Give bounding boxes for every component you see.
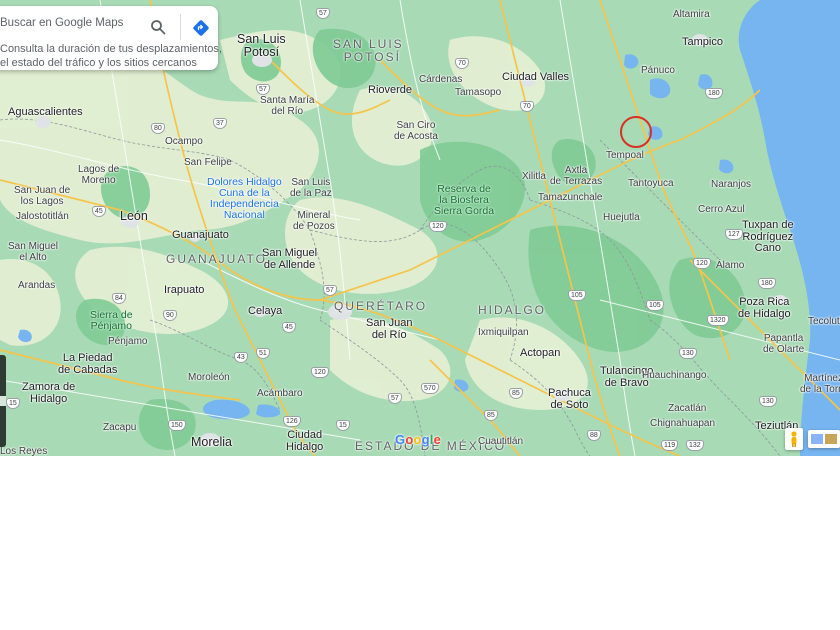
highway-shield: 130 — [759, 396, 777, 407]
city-label-poza-rica[interactable]: Poza Rica de Hidalgo — [738, 296, 791, 320]
state-label-queretaro: QUERÉTARO — [334, 299, 428, 313]
highway-shield: 570 — [421, 383, 439, 394]
city-label-zacapu[interactable]: Zacapu — [103, 422, 136, 434]
city-label-zacatlan[interactable]: Zacatlán — [668, 403, 706, 415]
city-label-pachuca[interactable]: Pachuca de Soto — [548, 387, 591, 411]
city-label-chignahuapan[interactable]: Chignahuapan — [650, 418, 715, 430]
city-label-tampico[interactable]: Tampico — [682, 36, 723, 49]
city-label-celaya[interactable]: Celaya — [248, 305, 282, 318]
city-label-san-juan-del-rio[interactable]: San Juan del Río — [366, 317, 412, 341]
city-label-tecolutla[interactable]: Tecolutla — [808, 316, 840, 328]
search-icon — [151, 20, 166, 35]
search-input[interactable] — [0, 12, 140, 34]
street-view-pegman-button[interactable] — [785, 428, 803, 450]
pegman-icon — [791, 431, 797, 447]
city-label-san-miguel-el-alto[interactable]: San Miguel el Alto — [8, 241, 58, 263]
traffic-tip-text: Consulta la duración de tus desplazamien… — [0, 42, 222, 70]
tip-line-2: el estado del tráfico y los sitios cerca… — [0, 57, 197, 69]
layers-icon — [811, 434, 837, 444]
highlight-circle-marker[interactable] — [620, 116, 652, 148]
city-label-tantoyuca[interactable]: Tantoyuca — [628, 178, 674, 190]
city-label-tamazunchale[interactable]: Tamazunchale — [538, 192, 602, 204]
thumbnail-icon — [0, 396, 6, 406]
highway-shield: 180 — [705, 88, 723, 99]
city-label-los-reyes[interactable]: Los Reyes — [0, 446, 47, 456]
city-label-aguascalientes[interactable]: Aguascalientes — [8, 106, 83, 119]
city-label-papantla[interactable]: Papantla de Olarte — [763, 333, 804, 355]
city-label-san-miguel-de-allende[interactable]: San Miguel de Allende — [262, 247, 317, 271]
city-label-acambaro[interactable]: Acámbaro — [257, 388, 303, 400]
google-logo: Google — [395, 432, 442, 447]
city-label-la-piedad[interactable]: La Piedad de Cabadas — [58, 352, 117, 376]
search-button[interactable] — [150, 19, 166, 35]
highway-shield: 127 — [725, 229, 743, 240]
city-label-san-felipe[interactable]: San Felipe — [184, 157, 232, 169]
map-layers-button[interactable] — [808, 430, 840, 448]
city-label-panuco[interactable]: Pánuco — [641, 65, 675, 77]
city-label-tuxpan[interactable]: Tuxpan de Rodríguez Cano — [742, 219, 794, 255]
city-label-rioverde[interactable]: Rioverde — [368, 84, 412, 97]
park-label-sierra-gorda: Reserva de la Biosfera Sierra Gorda — [434, 183, 495, 218]
city-label-cardenas[interactable]: Cárdenas — [419, 74, 462, 86]
city-label-ciudad-hidalgo[interactable]: Ciudad Hidalgo — [286, 429, 323, 453]
city-label-guanajuato[interactable]: Guanajuato — [172, 229, 229, 242]
highway-shield: 120 — [311, 367, 329, 378]
city-label-huejutla[interactable]: Huejutla — [603, 212, 640, 224]
city-label-axtla-de-terrazas[interactable]: Axtla de Terrazas — [550, 165, 602, 187]
city-label-ocampo[interactable]: Ocampo — [165, 136, 203, 148]
park-label-sierra-penjamo: Sierra de Pénjamo — [90, 309, 133, 333]
city-label-arandas[interactable]: Arandas — [18, 280, 55, 292]
city-label-cerro-azul[interactable]: Cerro Azul — [698, 204, 745, 216]
city-label-penjamo[interactable]: Pénjamo — [108, 336, 147, 348]
state-label-hidalgo: HIDALGO — [478, 303, 547, 317]
divider — [180, 14, 181, 40]
city-label-martinez-de-la-torre[interactable]: Martínezde la Torre — [800, 373, 840, 395]
search-box: Consulta la duración de tus desplazamien… — [0, 6, 222, 70]
city-label-santa-maria-del-rio[interactable]: Santa María del Río — [260, 95, 314, 117]
city-label-zamora[interactable]: Zamora de Hidalgo — [22, 381, 75, 405]
highway-shield: 132 — [686, 440, 704, 451]
map-canvas[interactable]: SAN LUIS POTOSÍ GUANAJUATO QUERÉTARO HIDA… — [0, 0, 840, 456]
highway-shield: 105 — [646, 300, 664, 311]
state-label-guanajuato: GUANAJUATO — [166, 252, 267, 266]
directions-button[interactable] — [192, 19, 210, 37]
city-label-san-ciro-de-acosta[interactable]: San Ciro de Acosta — [394, 120, 438, 142]
city-label-morelia[interactable]: Morelia — [191, 435, 232, 449]
directions-icon — [193, 20, 209, 36]
city-label-irapuato[interactable]: Irapuato — [164, 284, 204, 297]
highway-shield: 150 — [168, 420, 186, 431]
city-label-ixmiquilpan[interactable]: Ixmiquilpan — [478, 327, 529, 339]
city-label-ciudad-valles[interactable]: Ciudad Valles — [502, 71, 569, 84]
highway-shield: 130 — [679, 348, 697, 359]
city-label-xilitla[interactable]: Xilitla — [522, 171, 546, 183]
city-label-san-luis-de-la-paz[interactable]: San Luis de la Paz — [290, 177, 332, 199]
city-label-mineral-de-pozos[interactable]: Mineral de Pozos — [293, 210, 335, 232]
highway-shield: 126 — [283, 416, 301, 427]
city-label-altamira[interactable]: Altamira — [673, 9, 710, 21]
city-label-moroleon[interactable]: Moroleón — [188, 372, 230, 384]
city-label-huauchinango[interactable]: Huauchinango — [642, 370, 707, 382]
city-label-alamo[interactable]: Álamo — [716, 260, 744, 272]
city-label-san-juan-de-los-lagos[interactable]: San Juan de los Lagos — [14, 185, 70, 207]
highway-shield: 180 — [758, 278, 776, 289]
city-label-leon[interactable]: León — [120, 209, 148, 223]
state-label-san-luis-potosi: SAN LUIS POTOSÍ — [333, 37, 404, 64]
city-label-tempoal[interactable]: Tempoal — [606, 150, 644, 162]
city-label-lagos-de-moreno[interactable]: Lagos de Moreno — [78, 164, 119, 186]
highway-shield: 1320 — [707, 315, 729, 326]
highway-shield: 120 — [429, 221, 447, 232]
city-label-san-luis-potosi[interactable]: San Luis Potosí — [237, 32, 286, 59]
city-label-tamasopo[interactable]: Tamasopo — [455, 87, 501, 99]
poi-label-dolores-hidalgo[interactable]: Dolores Hidalgo Cuna de la Independencia Na… — [207, 176, 282, 221]
city-label-naranjos[interactable]: Naranjos — [711, 179, 751, 191]
tip-line-1: Consulta la duración de tus desplazamien… — [0, 43, 222, 55]
city-label-cuautitlan[interactable]: Cuautitlán — [478, 436, 523, 448]
city-label-actopan[interactable]: Actopan — [520, 347, 560, 360]
highway-shield: 105 — [568, 290, 586, 301]
city-label-jalostotitlan[interactable]: Jalostotitlán — [16, 211, 69, 223]
highway-shield: 120 — [693, 258, 711, 269]
